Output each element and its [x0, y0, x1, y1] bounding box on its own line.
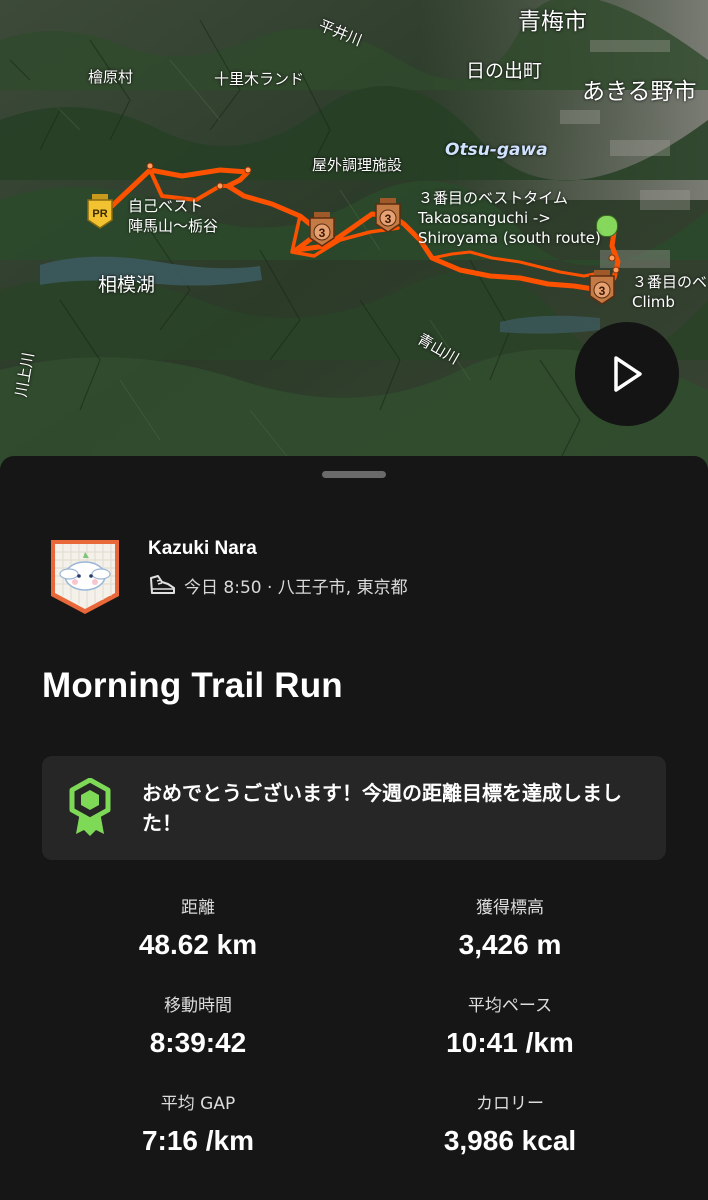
third-segment-label-line3: Shiroyama (south route): [418, 229, 601, 247]
stat-moving-time: 移動時間 8:39:42: [48, 994, 348, 1060]
map-label-juriki: 十里木ランド: [214, 70, 305, 88]
running-shoe-icon: [150, 575, 175, 594]
map-label-hinodemachi: 日の出町: [466, 60, 543, 82]
stat-label: 平均 GAP: [160, 1094, 236, 1114]
third-medal-icon-2[interactable]: 3: [372, 198, 404, 234]
map-label-sagamiko: 相模湖: [98, 274, 156, 296]
play-flyover-button[interactable]: [575, 322, 679, 426]
map-label-otsugawa: Otsu-gawa: [445, 140, 548, 160]
activity-meta: 今日 8:50 · 八王子市, 東京都: [148, 572, 408, 598]
stat-label: 距離: [181, 898, 215, 918]
activity-title[interactable]: Morning Trail Run: [42, 666, 343, 706]
stat-label: 平均ペース: [467, 996, 553, 1016]
goal-achievement-text: おめでとうございます！今週の距離目標を達成しました！: [142, 781, 622, 835]
pr-segment-label-line1: 自己ベスト: [128, 197, 204, 215]
third-segment-label-line1: ３番目のベストタイム: [418, 189, 569, 207]
athlete-avatar[interactable]: [49, 538, 121, 616]
athlete-name[interactable]: Kazuki Nara: [148, 538, 257, 560]
right-segment-label[interactable]: ３番目のベ Climb: [632, 272, 707, 312]
stat-value: 10:41 /km: [446, 1027, 574, 1058]
activity-meta-text: 今日 8:50 · 八王子市, 東京都: [184, 577, 408, 598]
activity-screen: 青梅市 日の出町 あきる野市 檜原村 十里木ランド 屋外調理施設 相模湖 Ots…: [0, 0, 708, 1200]
stat-value: 7:16 /km: [141, 1125, 255, 1156]
third-medal-icon-3[interactable]: 3: [586, 270, 618, 306]
third-medal-text: 3: [319, 226, 326, 240]
stat-avg-gap: 平均 GAP 7:16 /km: [48, 1092, 348, 1158]
map-label-okugai: 屋外調理施設: [312, 156, 403, 174]
third-medal-text-2: 3: [385, 212, 392, 226]
map-label-ome: 青梅市: [518, 9, 587, 35]
stat-value: 3,426 m: [458, 929, 562, 960]
route-map[interactable]: 青梅市 日の出町 あきる野市 檜原村 十里木ランド 屋外調理施設 相模湖 Ots…: [0, 0, 708, 480]
stat-avg-pace: 平均ペース 10:41 /km: [360, 994, 660, 1060]
pr-segment-label-line2: 陣馬山〜栃谷: [128, 217, 219, 235]
stat-label: 獲得標高: [476, 898, 544, 918]
stat-value: 48.62 km: [138, 929, 258, 960]
sheet-drag-handle[interactable]: [322, 471, 386, 478]
stat-value: 3,986 kcal: [443, 1125, 577, 1156]
stat-value: 8:39:42: [149, 1027, 247, 1058]
play-icon: [614, 356, 642, 392]
stat-elevation-gain: 獲得標高 3,426 m: [360, 896, 660, 962]
third-medal-icon[interactable]: 3: [306, 212, 338, 248]
stat-label: カロリー: [476, 1094, 544, 1114]
map-label-akiruno: あきる野市: [582, 79, 697, 105]
map-label-hinohara: 檜原村: [88, 68, 134, 86]
activity-details-sheet: Kazuki Nara 今日 8:50 · 八王子市, 東京都 Morning …: [0, 456, 708, 1200]
third-segment-label-line2: Takaosanguchi ->: [418, 209, 551, 227]
pr-medal-icon[interactable]: PR: [84, 194, 116, 230]
stat-calories: カロリー 3,986 kcal: [360, 1092, 660, 1158]
pr-medal-text: PR: [92, 208, 107, 220]
third-medal-text-3: 3: [599, 284, 606, 298]
stat-label: 移動時間: [164, 996, 232, 1016]
goal-achievement-card[interactable]: おめでとうございます！今週の距離目標を達成しました！: [42, 756, 666, 860]
right-segment-label-line1: ３番目のベ: [632, 273, 708, 291]
third-segment-label[interactable]: ３番目のベストタイム Takaosanguchi -> Shiroyama (s…: [418, 188, 601, 248]
right-segment-label-line2: Climb: [632, 293, 675, 311]
stat-distance: 距離 48.62 km: [48, 896, 348, 962]
pr-segment-label[interactable]: 自己ベスト 陣馬山〜栃谷: [128, 196, 218, 236]
achievement-badge-icon: [69, 778, 111, 836]
